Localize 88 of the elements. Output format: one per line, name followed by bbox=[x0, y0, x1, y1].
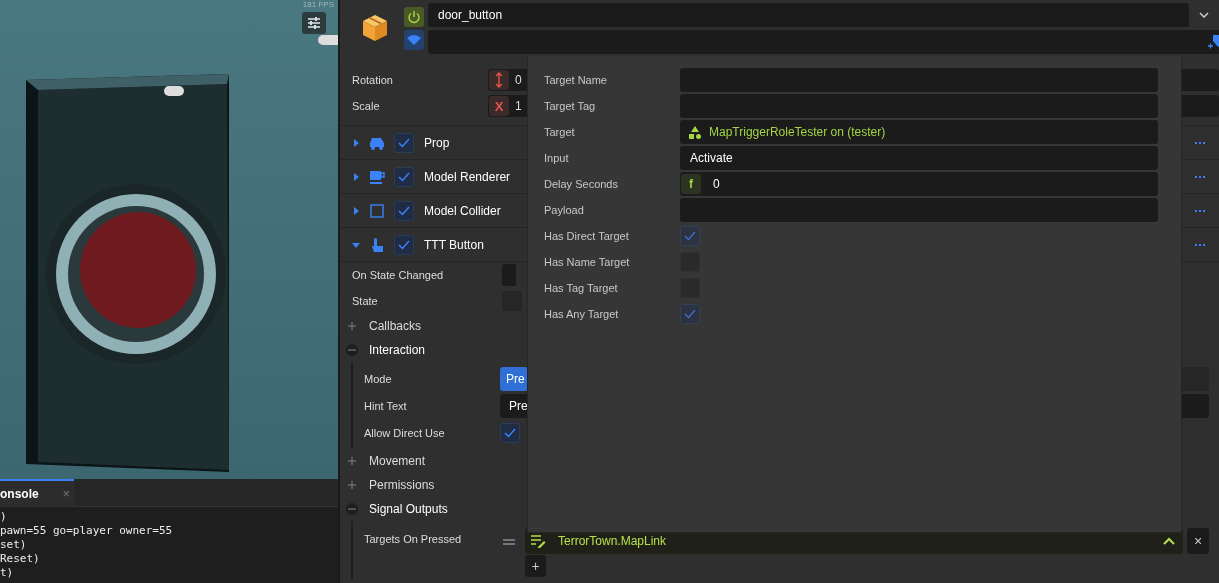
tag-icon[interactable] bbox=[1207, 33, 1219, 50]
property-label: Mode bbox=[364, 372, 393, 385]
console-line: t) bbox=[0, 566, 15, 580]
square-icon bbox=[368, 202, 386, 219]
checkbox[interactable] bbox=[680, 304, 700, 324]
property-label: Hint Text bbox=[364, 399, 408, 412]
text-field[interactable] bbox=[680, 68, 1158, 92]
property-label: Target Name bbox=[544, 74, 608, 86]
property-label: Has Any Target bbox=[544, 308, 620, 320]
box-icon bbox=[362, 14, 388, 42]
number-field[interactable]: f 0 bbox=[680, 172, 1158, 196]
axis-icon bbox=[489, 70, 509, 90]
shapes-icon bbox=[688, 125, 702, 139]
group-title[interactable]: Signal Outputs bbox=[369, 502, 448, 516]
console-line: Reset) bbox=[0, 552, 41, 566]
text-field[interactable] bbox=[680, 94, 1158, 118]
expand-arrow-icon[interactable] bbox=[352, 172, 360, 181]
remove-button[interactable]: × bbox=[1187, 528, 1209, 554]
more-icon[interactable] bbox=[1195, 175, 1205, 178]
chevron-icon[interactable] bbox=[1163, 537, 1175, 545]
console-line: ) bbox=[0, 510, 8, 524]
component-title[interactable]: TTT Button bbox=[424, 237, 484, 252]
more-icon[interactable] bbox=[1195, 141, 1205, 144]
name-field[interactable]: door_button bbox=[428, 2, 1189, 27]
property-label: Target Tag bbox=[544, 100, 597, 112]
expand-icon[interactable] bbox=[346, 320, 358, 332]
property-label: State bbox=[352, 295, 379, 307]
expand-arrow-icon[interactable] bbox=[352, 206, 360, 215]
property-label: Has Name Target bbox=[544, 256, 631, 268]
network-icon[interactable] bbox=[404, 29, 424, 50]
add-button[interactable]: + bbox=[525, 555, 546, 577]
checkbox[interactable] bbox=[500, 422, 520, 443]
axis-icon: X bbox=[489, 96, 509, 116]
expand-icon[interactable] bbox=[346, 479, 358, 491]
group-title[interactable]: Interaction bbox=[369, 343, 426, 357]
property-label: Delay Seconds bbox=[544, 178, 619, 190]
property-label: Has Tag Target bbox=[544, 282, 619, 294]
more-icon[interactable] bbox=[1195, 243, 1205, 246]
checkbox[interactable] bbox=[394, 200, 414, 221]
text-field[interactable]: Activate bbox=[680, 146, 1158, 170]
drag-handle-icon[interactable] bbox=[503, 539, 515, 545]
component-title[interactable]: Prop bbox=[424, 135, 450, 150]
check-icon bbox=[684, 231, 696, 241]
toggle-icon[interactable] bbox=[318, 35, 338, 45]
property-label: Has Direct Target bbox=[544, 230, 630, 242]
group-title[interactable]: Callbacks bbox=[369, 319, 422, 333]
expand-arrow-icon[interactable] bbox=[352, 240, 360, 249]
property-label: Input bbox=[544, 152, 570, 164]
collapse-icon[interactable] bbox=[346, 503, 358, 515]
sliders-icon[interactable] bbox=[302, 12, 326, 34]
edit-list-icon bbox=[530, 534, 546, 548]
property-label: On State Changed bbox=[352, 269, 445, 281]
group-title[interactable]: Permissions bbox=[369, 478, 435, 492]
property-label: Rotation bbox=[352, 74, 394, 86]
property-label: Targets On Pressed bbox=[364, 532, 463, 545]
console-line: pawn=55 go=player owner=55 bbox=[0, 524, 174, 538]
console-line: set) bbox=[0, 538, 28, 552]
property-label: Target bbox=[544, 126, 576, 138]
group-title[interactable]: Movement bbox=[369, 454, 426, 468]
mug-icon bbox=[368, 168, 386, 185]
check-icon bbox=[504, 427, 516, 438]
checkbox[interactable] bbox=[394, 234, 414, 255]
more-icon[interactable] bbox=[1195, 209, 1205, 212]
checkbox[interactable] bbox=[394, 166, 414, 187]
object-field[interactable]: MapTriggerRoleTester on (tester) bbox=[680, 120, 1158, 144]
text-field[interactable] bbox=[680, 198, 1158, 222]
check-icon bbox=[684, 309, 696, 319]
check-icon bbox=[398, 239, 410, 250]
caret-icon[interactable] bbox=[1199, 11, 1209, 18]
float-icon: f bbox=[681, 174, 701, 194]
check-icon bbox=[398, 205, 410, 216]
component-title[interactable]: Model Collider bbox=[424, 203, 501, 218]
property-label: Payload bbox=[544, 204, 585, 216]
checkbox[interactable] bbox=[680, 226, 700, 246]
collapse-icon[interactable] bbox=[346, 344, 358, 356]
segment-button[interactable]: Pre bbox=[500, 366, 528, 391]
expand-arrow-icon[interactable] bbox=[352, 138, 360, 147]
power-icon[interactable] bbox=[404, 6, 424, 27]
component-title[interactable]: Model Renderer bbox=[424, 169, 511, 184]
property-label: Allow Direct Use bbox=[364, 426, 446, 439]
expand-icon[interactable] bbox=[346, 455, 358, 467]
tags-field[interactable] bbox=[428, 29, 1219, 54]
check-icon bbox=[398, 137, 410, 148]
console-tab[interactable]: onsole × bbox=[0, 479, 74, 506]
checkbox[interactable] bbox=[394, 132, 414, 153]
property-label: Scale bbox=[352, 100, 381, 112]
check-icon bbox=[398, 171, 410, 182]
fps-counter: 181 FPS bbox=[302, 0, 334, 10]
